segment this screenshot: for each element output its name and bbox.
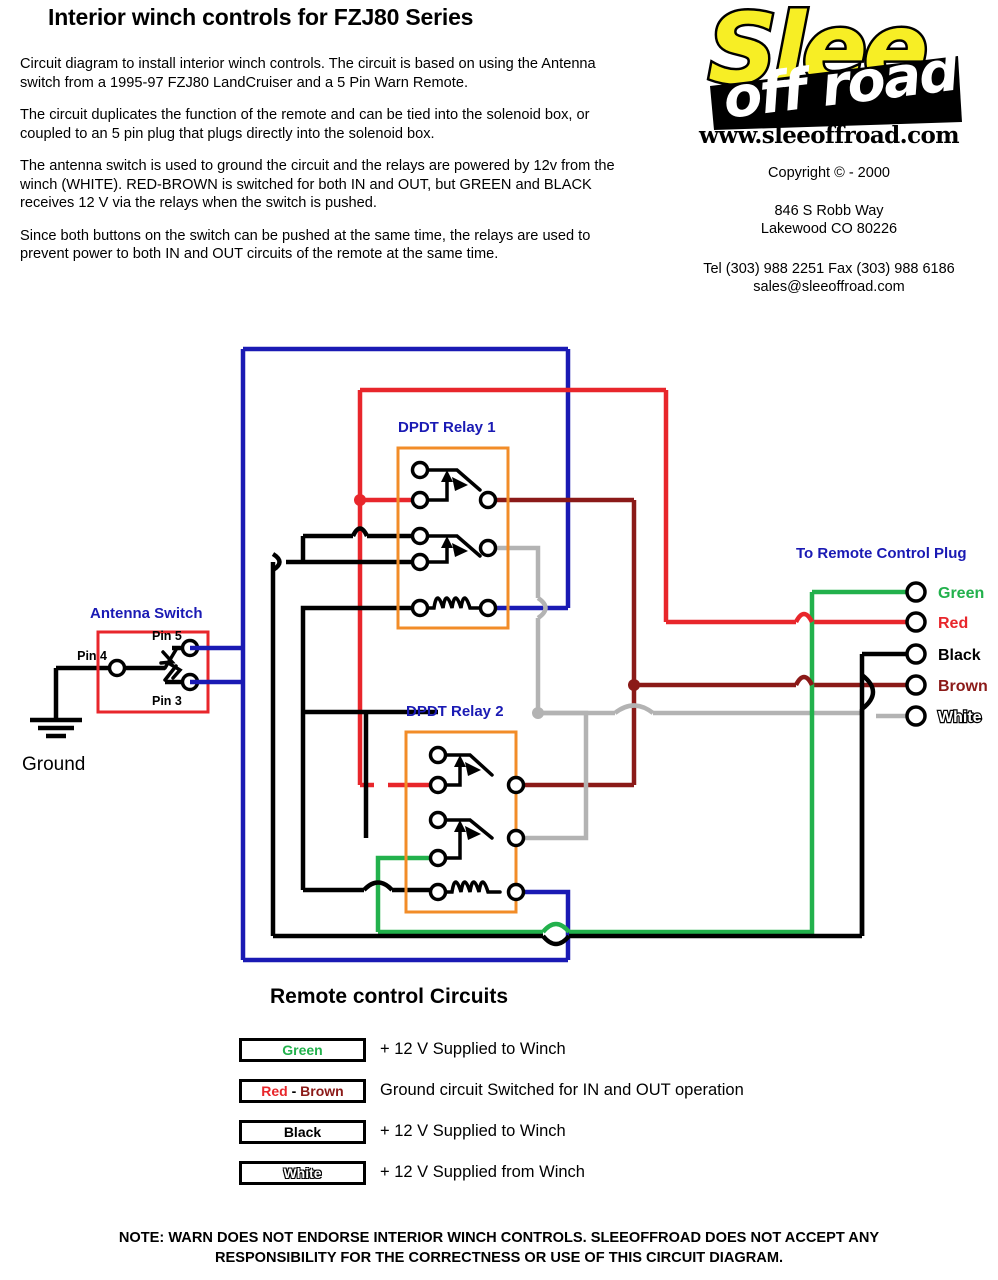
junction-dot-brown <box>628 679 640 691</box>
circuit-diagram: .w{fill:none;stroke-linecap:butt;stroke-… <box>0 330 998 1020</box>
relay-2-terminal-3[interactable] <box>506 775 526 795</box>
copyright-text: Copyright © - 2000 <box>768 165 890 181</box>
email-line: sales@sleeoffroad.com <box>753 279 905 295</box>
junction-dot-red <box>354 494 366 506</box>
terminal-pin-4[interactable] <box>107 658 127 678</box>
legend-wire-name: Black <box>283 1123 322 1140</box>
intro-paragraph: The circuit duplicates the function of t… <box>20 107 590 142</box>
footer-line-1: NOTE: WARN DOES NOT ENDORSE INTERIOR WIN… <box>118 1230 880 1246</box>
wire-green-relay2-in <box>375 855 438 932</box>
address-line-1: 846 S Robb Way <box>774 203 884 219</box>
relay-1-arrow-up-1 <box>441 470 453 482</box>
dpdt-relay-2-group: DPDT Relay 2 <box>404 703 526 914</box>
page-title: Interior winch controls for FZJ80 Series <box>48 4 474 30</box>
plug-label-black: Black <box>938 647 981 664</box>
legend-description: + 12 V Supplied from Winch <box>380 1163 585 1181</box>
wire-black-bottom-run <box>541 934 571 947</box>
phone-line: Tel (303) 988 2251 Fax (303) 988 6186 <box>703 261 955 277</box>
relay-1-arrow-up-2 <box>441 536 453 548</box>
relay-2-arrow-up-1 <box>454 755 466 767</box>
document-header: Interior winch controls for FZJ80 Series… <box>0 0 998 320</box>
relay-1-coil-terminal-a[interactable] <box>410 598 430 618</box>
ground-label: Ground <box>22 754 85 775</box>
relay-1-terminal-3[interactable] <box>478 490 498 510</box>
wire-brown-hop-over-green <box>793 674 815 687</box>
wire-red-right-down <box>663 390 796 625</box>
plug-terminal-white[interactable] <box>905 705 927 727</box>
wire-black-ground-lead <box>30 668 82 739</box>
plug-label-brown: Brown <box>938 678 988 695</box>
legend-description: Ground circuit Switched for IN and OUT o… <box>380 1081 744 1099</box>
company-contact: Tel (303) 988 2251 Fax (303) 988 6186 sa… <box>660 260 998 296</box>
legend-description: + 12 V Supplied to Winch <box>380 1040 566 1058</box>
relay-2-terminal-6[interactable] <box>506 828 526 848</box>
label-pin-3: Pin 3 <box>152 694 182 708</box>
relay-1-label: DPDT Relay 1 <box>398 419 496 436</box>
intro-paragraphs: Circuit diagram to install interior winc… <box>20 55 635 278</box>
wire-red-top-feed <box>357 387 666 500</box>
plug-terminal-black[interactable] <box>905 643 927 665</box>
dpdt-relay-1-group: DPDT Relay 1 <box>396 419 510 630</box>
plug-terminal-green[interactable] <box>905 581 927 603</box>
legend-wire-chip: Green <box>239 1037 366 1062</box>
legend-wire-name: Green <box>282 1041 323 1058</box>
company-website: www.sleeoffroad.com <box>699 122 960 149</box>
relay-1-coil <box>426 596 482 610</box>
legend-wire-name: White <box>283 1164 322 1181</box>
legend-wire-name-brown: Brown <box>300 1082 344 1099</box>
intro-paragraph: Circuit diagram to install interior winc… <box>20 56 596 91</box>
relay-1-terminal-5[interactable] <box>410 552 430 572</box>
legend-wire-chip: White <box>239 1160 366 1185</box>
remote-control-plug-group: To Remote Control Plug Green Red Black B… <box>796 545 988 727</box>
wire-green-hop-blue <box>541 921 571 934</box>
footer-disclaimer: NOTE: WARN DOES NOT ENDORSE INTERIOR WIN… <box>0 1228 998 1268</box>
relay-1-terminal-4[interactable] <box>410 526 430 546</box>
legend-row: Red - Brown Ground circuit Switched for … <box>239 1074 744 1107</box>
legend-title: Remote control Circuits <box>270 985 509 1008</box>
relay-2-coil <box>444 880 502 894</box>
company-address: 846 S Robb Way Lakewood CO 80226 <box>660 202 998 238</box>
relay-2-arrow-up-2 <box>454 820 466 832</box>
legend-wire-name-red: Red <box>261 1082 288 1099</box>
legend-wire-chip: Red - Brown <box>239 1078 366 1103</box>
wire-black-bus-a <box>270 562 543 939</box>
company-info: Slee off road www.sleeoffroad.com Copyri… <box>660 2 998 312</box>
antenna-switch-title: Antenna Switch <box>90 605 203 622</box>
relay-2-terminal-2[interactable] <box>428 775 448 795</box>
wire-red-hop-over-green <box>793 611 815 624</box>
legend-row: Black + 12 V Supplied to Winch <box>239 1115 744 1148</box>
relay-1-coil-terminal-b[interactable] <box>478 598 498 618</box>
relay-2-terminal-5[interactable] <box>428 848 448 868</box>
intro-paragraph: The antenna switch is used to ground the… <box>20 158 615 211</box>
relay-1-terminal-1[interactable] <box>410 460 430 480</box>
plug-label-white: White <box>938 709 982 726</box>
plug-label-red: Red <box>938 615 968 632</box>
legend-row: White + 12 V Supplied from Winch <box>239 1156 744 1189</box>
relay-1-terminal-2[interactable] <box>410 490 430 510</box>
plug-terminal-brown[interactable] <box>905 674 927 696</box>
plug-label-green: Green <box>938 585 984 602</box>
wire-white-relay1-out <box>488 545 541 598</box>
relay-2-coil-terminal-a[interactable] <box>428 882 448 902</box>
wire-white-to-relay2 <box>516 710 589 841</box>
legend-rows: Green + 12 V Supplied to Winch Red - Bro… <box>239 1033 744 1197</box>
wire-blue-top <box>240 346 571 682</box>
legend-description: + 12 V Supplied to Winch <box>380 1122 566 1140</box>
relay-2-label: DPDT Relay 2 <box>406 703 504 720</box>
address-line-2: Lakewood CO 80226 <box>760 221 898 237</box>
plug-terminal-red[interactable] <box>905 611 927 633</box>
relay-2-terminal-1[interactable] <box>428 745 448 765</box>
intro-paragraph: Since both buttons on the switch can be … <box>20 227 591 263</box>
relay-1-terminal-6[interactable] <box>478 538 498 558</box>
legend-row: Green + 12 V Supplied to Winch <box>239 1033 744 1066</box>
wire-green-right <box>569 592 815 935</box>
label-pin-4: Pin 4 <box>77 649 107 663</box>
footer-line-2: RESPONSIBILITY FOR THE CORRECTNESS OR US… <box>214 1250 784 1266</box>
plug-title: To Remote Control Plug <box>796 545 967 562</box>
legend-wire-chip: Black <box>239 1119 366 1144</box>
relay-2-terminal-4[interactable] <box>428 810 448 830</box>
junction-dot-white <box>532 707 544 719</box>
relay-2-coil-terminal-b[interactable] <box>506 882 526 902</box>
label-pin-5: Pin 5 <box>152 629 182 643</box>
